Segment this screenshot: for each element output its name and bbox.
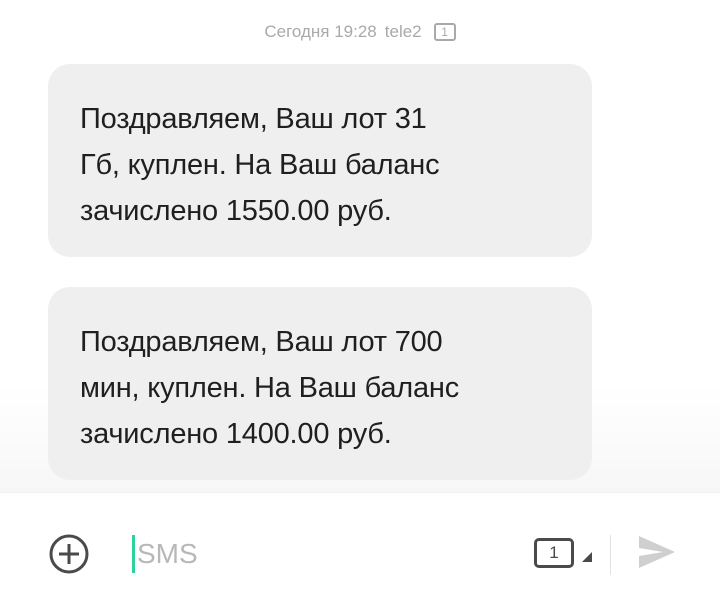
sender-name: tele2 xyxy=(384,22,422,41)
message-bubble[interactable]: Поздравляем, Ваш лот 31 Гб, куплен. На В… xyxy=(48,64,592,257)
message-line: Поздравляем, Ваш лот 700 xyxy=(80,326,443,358)
timestamp: Сегодня 19:28 xyxy=(264,22,377,41)
message-line: зачислено 1550.00 руб. xyxy=(80,195,392,227)
message-line: мин, куплен. На Ваш баланс xyxy=(80,372,460,404)
divider xyxy=(610,535,611,575)
sms-input[interactable]: SMS xyxy=(132,533,512,575)
text-caret xyxy=(132,535,135,573)
sms-input-placeholder: SMS xyxy=(137,538,198,569)
message-timestamp-row: Сегодня 19:28 tele2 1 xyxy=(0,22,720,42)
sim-slot-number: 1 xyxy=(549,543,559,562)
message-line: Поздравляем, Ваш лот 31 xyxy=(80,103,427,135)
sim-card-icon: 1 xyxy=(534,538,574,568)
message-line: зачислено 1400.00 руб. xyxy=(80,418,392,450)
message-composer: SMS 1 xyxy=(0,492,720,613)
sim-slot-number: 1 xyxy=(441,25,448,39)
sim-selector-button[interactable]: 1 xyxy=(534,538,596,574)
sim-card-icon: 1 xyxy=(433,23,456,41)
messaging-screen: Сегодня 19:28 tele2 1 Поздравляем, Ваш л… xyxy=(0,0,720,613)
plus-circle-icon xyxy=(49,534,89,574)
message-line: Гб, куплен. На Ваш баланс xyxy=(80,149,440,181)
send-icon xyxy=(639,536,675,568)
attach-button[interactable] xyxy=(48,533,90,575)
message-bubble[interactable]: Поздравляем, Ваш лот 700 мин, куплен. На… xyxy=(48,287,592,480)
send-button[interactable] xyxy=(636,531,678,573)
message-thread[interactable]: Сегодня 19:28 tele2 1 Поздравляем, Ваш л… xyxy=(0,0,720,492)
dropdown-corner-icon xyxy=(582,552,592,562)
